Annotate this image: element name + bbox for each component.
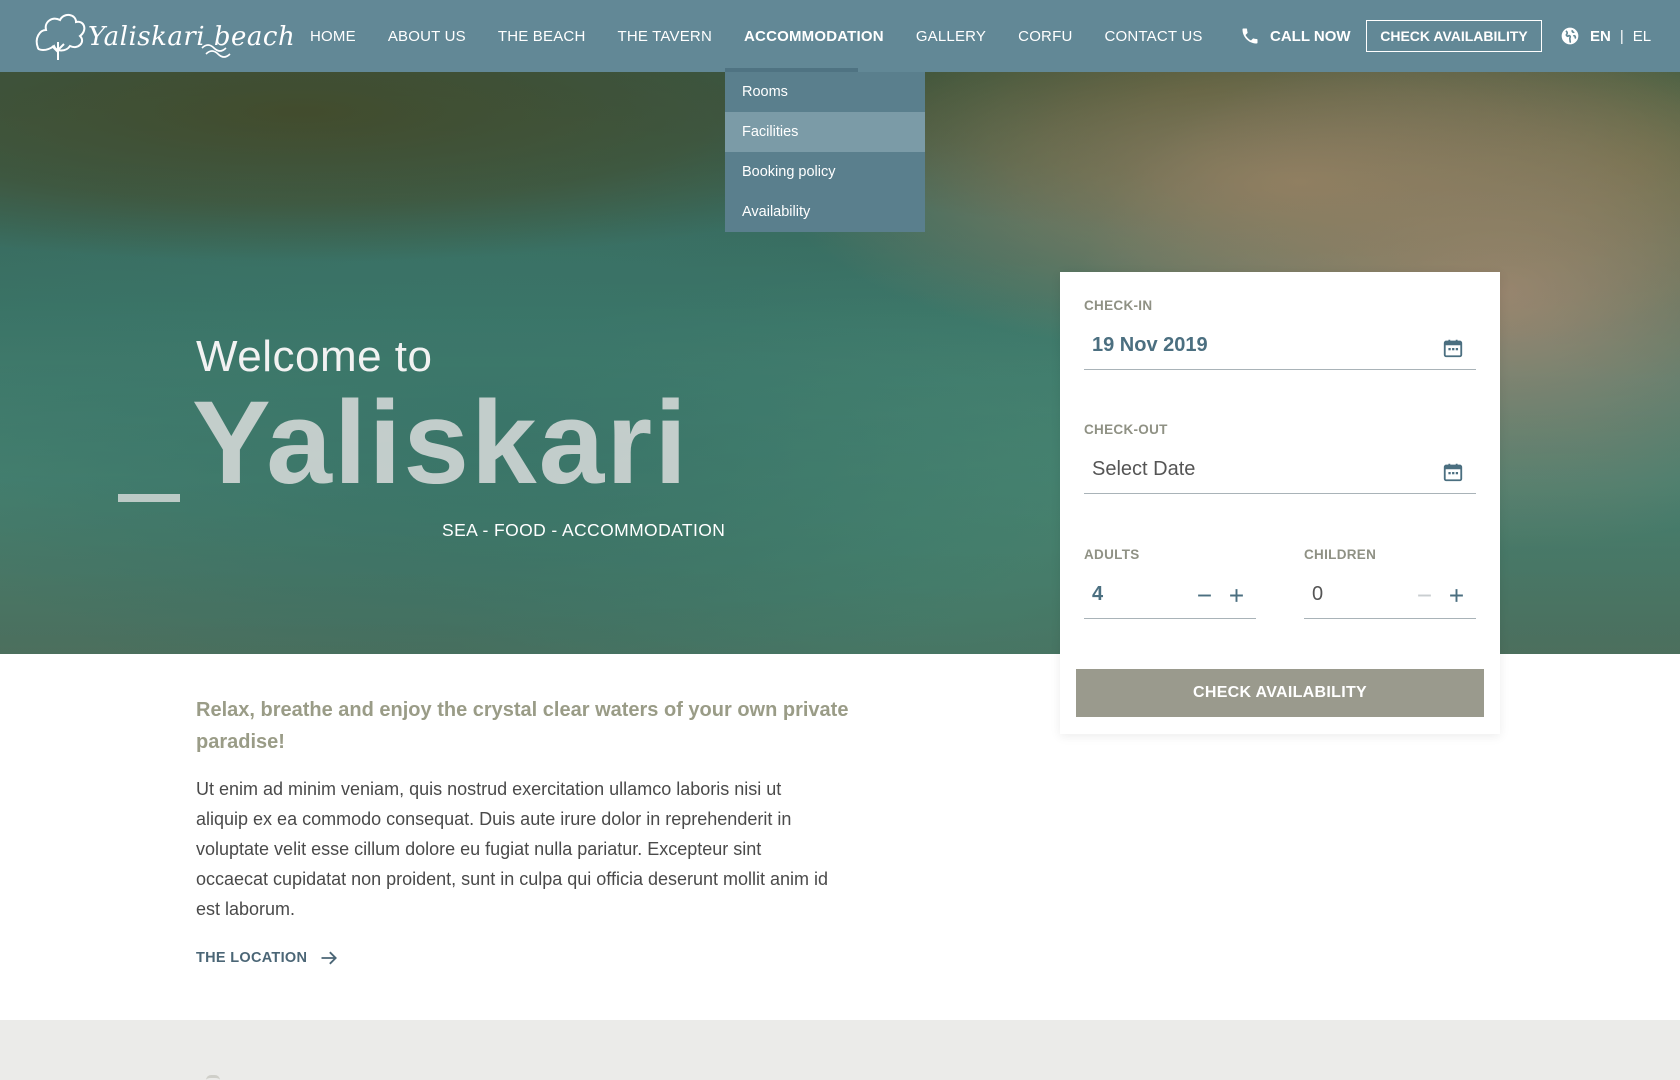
hero-dash [118, 494, 180, 502]
site-header: Yaliskari beach HOME ABOUT US THE BEACH … [0, 0, 1680, 72]
nav-corfu[interactable]: CORFU [1018, 28, 1072, 45]
next-section-band [0, 1020, 1680, 1080]
adults-decrement-button[interactable] [1194, 583, 1214, 607]
lang-separator: | [1619, 27, 1624, 45]
hero-welcome-text: Welcome to [196, 332, 433, 381]
adults-field[interactable]: 4 [1084, 575, 1256, 619]
nav-gallery[interactable]: GALLERY [916, 28, 986, 45]
nav-the-tavern[interactable]: THE TAVERN [617, 28, 712, 45]
intro-body: Ut enim ad minim veniam, quis nostrud ex… [196, 779, 829, 919]
dropdown-item-rooms[interactable]: Rooms [725, 72, 925, 112]
children-increment-button[interactable] [1446, 583, 1466, 607]
nav-the-beach[interactable]: THE BEACH [498, 28, 586, 45]
next-section-mark [206, 1075, 220, 1080]
hero-tagline: SEA - FOOD - ACCOMMODATION [442, 520, 726, 540]
the-location-link[interactable]: THE LOCATION [196, 948, 339, 968]
checkout-placeholder: Select Date [1092, 458, 1196, 480]
site-logo[interactable]: Yaliskari beach [30, 8, 295, 64]
main-nav: HOME ABOUT US THE BEACH THE TAVERN ACCOM… [310, 0, 1235, 72]
booking-widget: CHECK-IN 19 Nov 2019 CHECK-OUT Select Da… [1060, 272, 1500, 734]
logo-text: Yaliskari beach [88, 22, 296, 52]
nav-about-us[interactable]: ABOUT US [388, 28, 466, 45]
language-switcher: EN | EL [1560, 0, 1651, 72]
call-now-label: CALL NOW [1270, 27, 1351, 45]
checkin-label: CHECK-IN [1084, 298, 1153, 313]
children-label: CHILDREN [1304, 547, 1377, 562]
checkout-label: CHECK-OUT [1084, 422, 1168, 437]
booking-check-availability-button[interactable]: CHECK AVAILABILITY [1076, 669, 1484, 717]
children-field[interactable]: 0 [1304, 575, 1476, 619]
adults-increment-button[interactable] [1226, 583, 1246, 607]
checkin-field[interactable]: 19 Nov 2019 [1084, 326, 1476, 370]
intro-headline: Relax, breathe and enjoy the crystal cle… [196, 699, 849, 753]
header-check-availability-button[interactable]: CHECK AVAILABILITY [1366, 20, 1542, 52]
hero-brand-title: Yaliskari [192, 377, 689, 509]
children-value: 0 [1312, 583, 1324, 605]
arrow-right-icon [321, 951, 338, 965]
call-now-link[interactable]: CALL NOW [1240, 0, 1351, 72]
checkout-field[interactable]: Select Date [1084, 450, 1476, 494]
dropdown-item-booking-policy[interactable]: Booking policy [725, 152, 925, 192]
adults-value: 4 [1092, 583, 1104, 605]
checkin-value: 19 Nov 2019 [1092, 334, 1208, 356]
nav-accommodation[interactable]: ACCOMMODATION [744, 28, 884, 45]
plus-icon [1449, 588, 1463, 602]
nav-contact-us[interactable]: CONTACT US [1104, 28, 1202, 45]
plus-icon [1229, 588, 1243, 602]
the-location-label: THE LOCATION [196, 950, 308, 966]
minus-icon [1197, 594, 1211, 596]
adults-label: ADULTS [1084, 547, 1140, 562]
children-decrement-button[interactable] [1414, 583, 1434, 607]
dropdown-item-availability[interactable]: Availability [725, 192, 925, 232]
globe-icon [1561, 27, 1579, 45]
dropdown-item-facilities[interactable]: Facilities [725, 112, 925, 152]
nav-home[interactable]: HOME [310, 28, 356, 45]
phone-icon [1242, 28, 1258, 44]
calendar-icon[interactable] [1442, 461, 1464, 483]
accommodation-dropdown: Rooms Facilities Booking policy Availabi… [725, 68, 925, 232]
lang-el[interactable]: EL [1633, 28, 1651, 45]
lang-en[interactable]: EN [1590, 28, 1611, 45]
calendar-icon[interactable] [1442, 337, 1464, 359]
minus-icon [1417, 594, 1431, 596]
